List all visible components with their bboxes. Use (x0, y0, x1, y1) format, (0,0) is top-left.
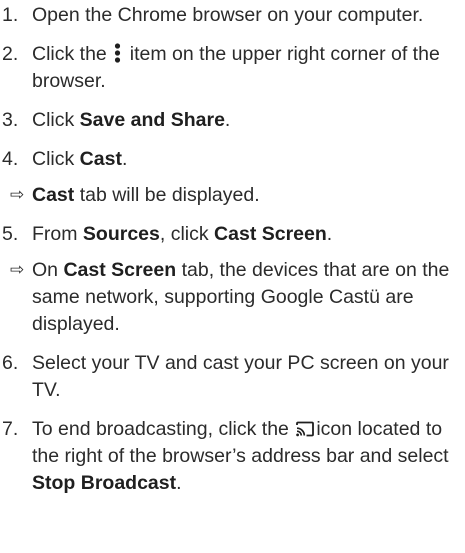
step-5-result: ⇨ On Cast Screen tab, the devices that a… (0, 257, 465, 338)
step-number: 2. (2, 43, 19, 65)
cast-tab-label: Cast (32, 184, 75, 206)
step-text-after: . (176, 472, 182, 494)
cast-icon (296, 421, 315, 437)
step-5: 5. From Sources, click Cast Screen. (0, 221, 465, 248)
step-1: 1. Open the Chrome browser on your com­p… (0, 2, 465, 29)
step-text-before: Click (32, 109, 80, 131)
step-text-before: To end broadcasting, click the (32, 418, 289, 440)
stop-broadcast-label: Stop Broadcast (32, 472, 177, 494)
step-number: 7. (2, 418, 19, 440)
result-arrow-icon: ⇨ (10, 185, 25, 205)
step-number: 5. (2, 223, 19, 245)
step-text-after: . (224, 109, 231, 131)
cast-screen-tab-label: Cast Screen (63, 259, 177, 281)
cast-screen-label: Cast Screen (214, 223, 327, 245)
save-and-share-label: Save and Share (79, 109, 225, 131)
step-6: 6. Select your TV and cast your PC scree… (0, 350, 465, 404)
result-text: tab will be displayed. (74, 184, 260, 206)
step-text-before: From (32, 223, 83, 245)
step-4-result: ⇨ Cast tab will be displayed. (0, 182, 465, 209)
step-text-after: . (326, 223, 333, 245)
result-text-before: On (32, 259, 64, 281)
instruction-document: 1. Open the Chrome browser on your com­p… (0, 0, 465, 553)
step-text-before: Click (32, 148, 80, 170)
step-7: 7. To end broadcasting, click the icon l… (0, 416, 465, 497)
cast-label: Cast (79, 148, 122, 170)
step-2: 2. Click the item on the upper right corn… (0, 41, 465, 95)
step-text: Select your TV and cast your PC screen o… (32, 352, 449, 401)
step-text-before: Click the (32, 43, 107, 65)
step-number: 4. (2, 148, 19, 170)
step-text-after: . (121, 148, 128, 170)
step-number: 1. (2, 4, 19, 26)
step-number: 3. (2, 109, 19, 131)
step-3: 3. Click Save and Share. (0, 107, 465, 134)
step-text-middle: , click (159, 223, 215, 245)
step-number: 6. (2, 352, 19, 374)
kebab-menu-icon (114, 43, 120, 63)
result-arrow-icon: ⇨ (10, 260, 25, 280)
step-4: 4. Click Cast. (0, 146, 465, 173)
sources-label: Sources (82, 223, 160, 245)
step-text: Open the Chrome browser on your com­pute… (32, 4, 424, 26)
